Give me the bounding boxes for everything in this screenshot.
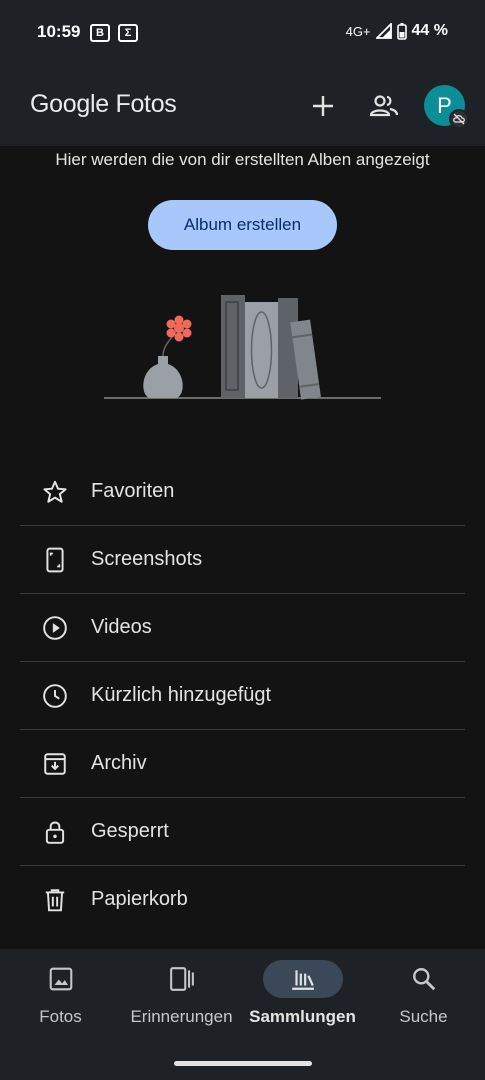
nav-label: Sammlungen [249, 1007, 356, 1026]
logo-product: Fotos [115, 90, 177, 118]
network-type: 4G+ [345, 23, 371, 39]
sharing-button[interactable] [364, 86, 404, 126]
photo-icon [49, 967, 72, 991]
list-item-label: Archiv [91, 752, 147, 774]
list-item-label: Papierkorb [91, 888, 188, 910]
albums-hint: Hier werden die von dir erstellten Alben… [55, 150, 430, 169]
nav-label: Erinnerungen [130, 1007, 233, 1026]
list-item-screenshots[interactable]: Screenshots [20, 526, 465, 594]
star-icon [43, 480, 67, 503]
sigma-icon: Σ [118, 24, 138, 42]
clock-icon [43, 684, 67, 708]
list-item-videos[interactable]: Videos [20, 594, 465, 662]
list-item-recently-added[interactable]: Kürzlich hinzugefügt [20, 662, 465, 730]
bookshelf-illustration [104, 295, 381, 400]
nav-tab-fotos[interactable]: Fotos [0, 949, 121, 1049]
nav-tab-suche[interactable]: Suche [363, 949, 484, 1049]
list-item-favoriten[interactable]: Favoriten [20, 458, 465, 526]
home-indicator[interactable] [174, 1061, 312, 1066]
list-item-gesperrt[interactable]: Gesperrt [20, 798, 465, 866]
battery-percent: 44 % [411, 22, 448, 39]
memories-icon [169, 967, 194, 991]
nav-label: Suche [399, 1007, 448, 1026]
archive-icon [44, 753, 66, 775]
people-icon [369, 95, 399, 117]
play-circle-icon [43, 616, 67, 640]
list-item-label: Favoriten [91, 480, 175, 502]
status-bar: 10:59 B Σ 4G+ 44 % [0, 0, 485, 66]
battery-icon [396, 22, 407, 40]
list-item-papierkorb[interactable]: Papierkorb [20, 866, 465, 933]
collections-list: Favoriten Screenshots Videos Kürzlich hi… [20, 458, 465, 933]
list-item-label: Kürzlich hinzugefügt [91, 684, 272, 706]
logo-brand: Google [30, 90, 109, 118]
library-icon [291, 970, 314, 990]
list-item-label: Screenshots [91, 548, 203, 570]
nav-tab-sammlungen[interactable]: Sammlungen [242, 949, 363, 1049]
signal-icon [375, 23, 392, 39]
app-logo: Google Fotos [30, 90, 177, 119]
create-album-button[interactable]: Album erstellen [148, 200, 337, 250]
list-item-label: Gesperrt [91, 820, 169, 842]
trash-icon [45, 889, 65, 912]
plus-icon [313, 96, 333, 116]
nav-tab-erinnerungen[interactable]: Erinnerungen [121, 949, 242, 1049]
status-right: 4G+ 44 % [346, 22, 448, 40]
create-button[interactable] [303, 86, 343, 126]
status-time: 10:59 [37, 22, 81, 41]
app-bar: Google Fotos P [0, 66, 485, 146]
search-icon [412, 968, 435, 991]
nav-label: Fotos [39, 1007, 82, 1026]
phone-screenshot-icon [46, 547, 64, 573]
lock-icon [45, 821, 65, 844]
backup-off-icon [449, 109, 469, 129]
bild-icon: B [90, 24, 110, 42]
list-item-archiv[interactable]: Archiv [20, 730, 465, 798]
list-item-label: Videos [91, 616, 152, 638]
